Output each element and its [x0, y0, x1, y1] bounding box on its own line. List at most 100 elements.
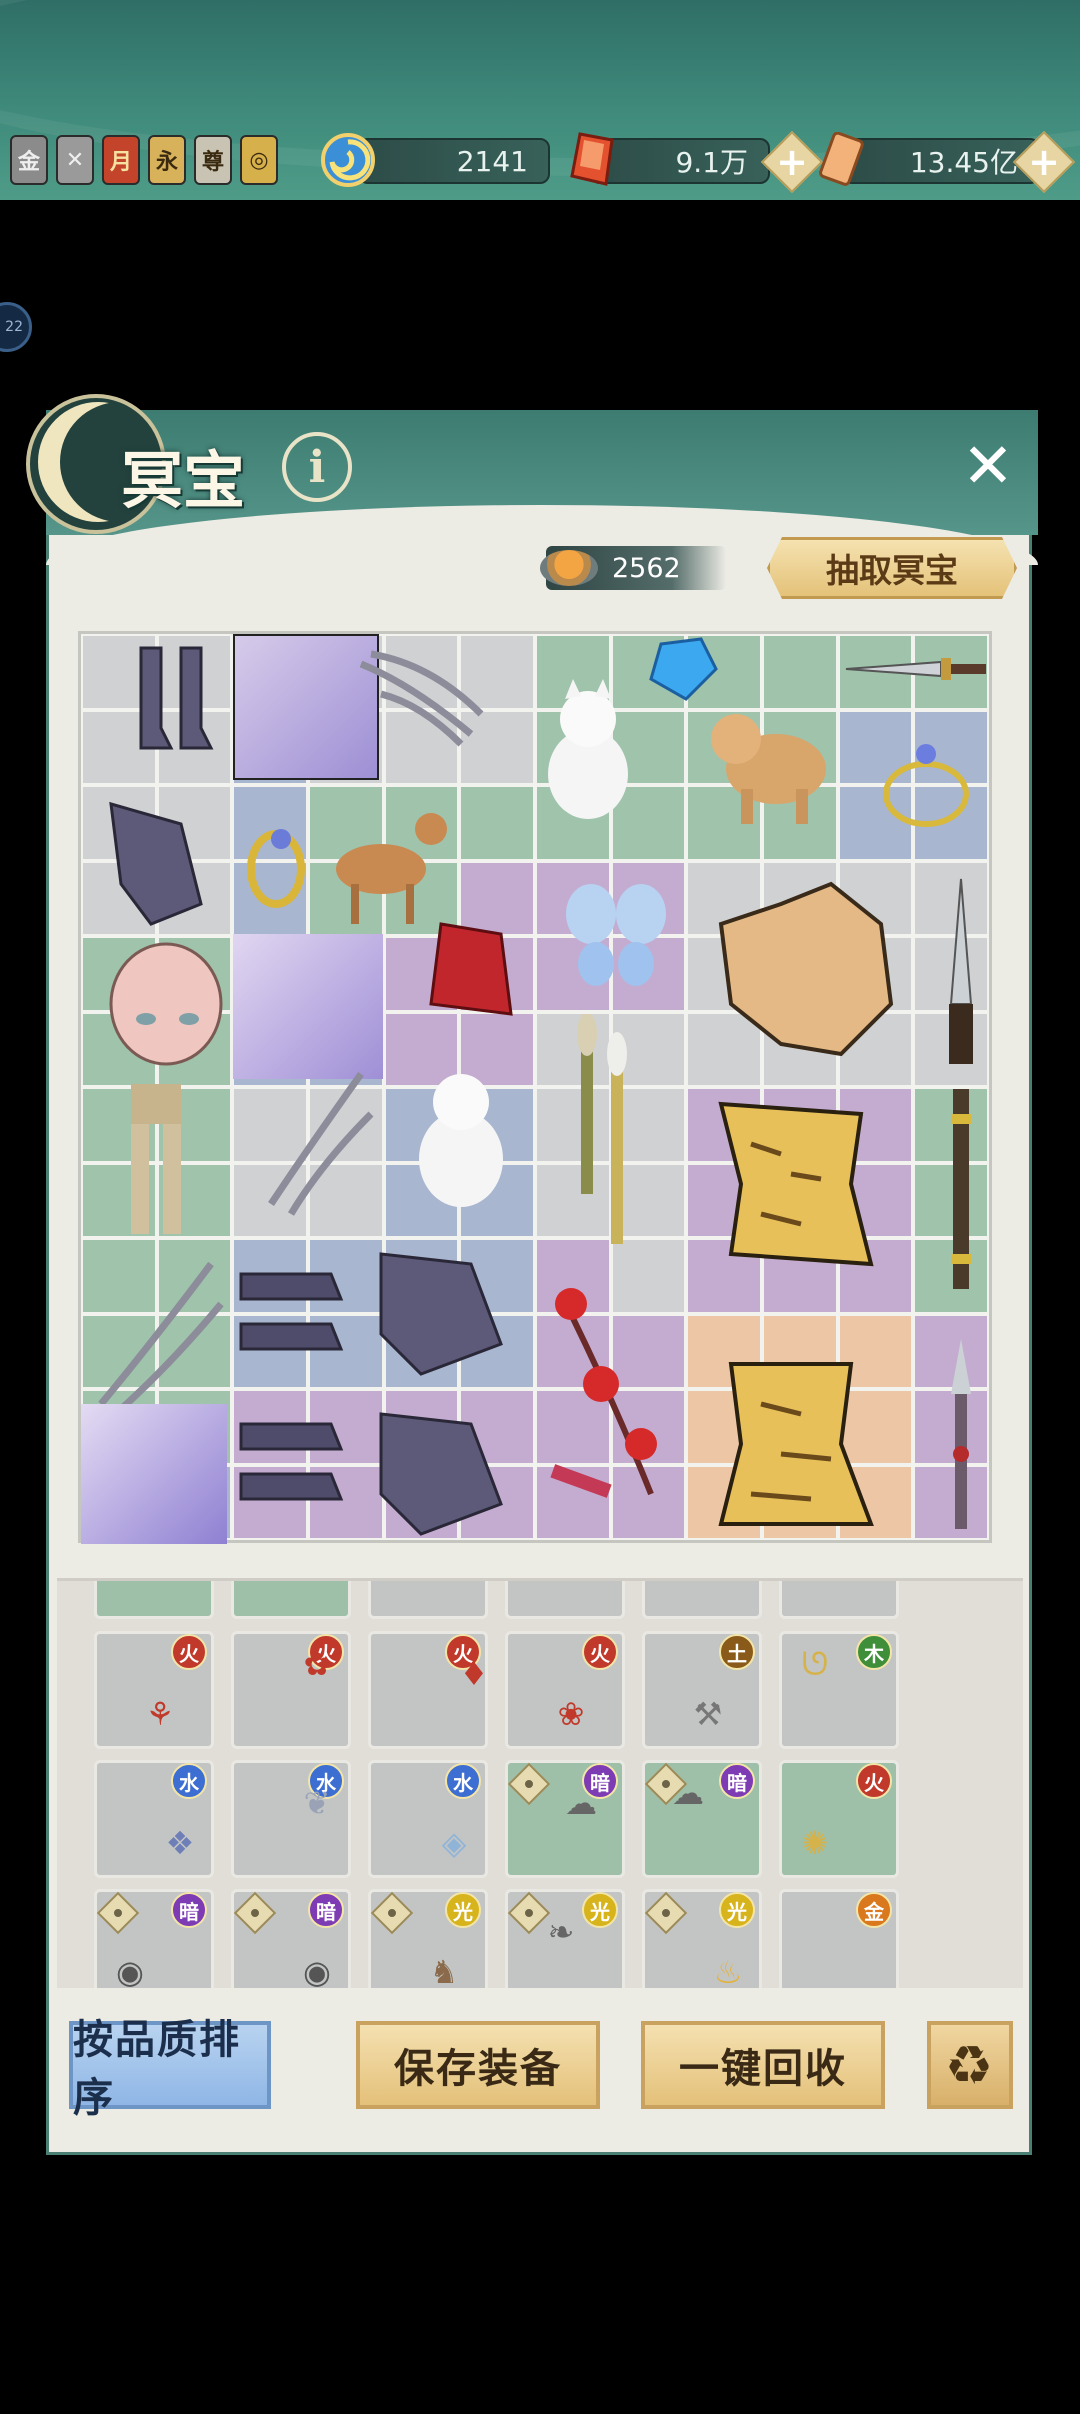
inventory-slot[interactable]: 木 ᘎ [779, 1631, 899, 1749]
butterfly-icon[interactable] [561, 874, 671, 994]
lock-icon[interactable] [96, 1891, 140, 1935]
fire-element-icon: 火 [171, 1634, 207, 1670]
badge-month-icon[interactable]: 月 [102, 135, 140, 185]
lock-icon[interactable] [370, 1891, 414, 1935]
claws-icon[interactable] [91, 1244, 231, 1414]
inventory-slot[interactable]: 暗 ◉ [231, 1889, 351, 1988]
currency-value: 2562 [612, 552, 681, 584]
inventory-slot[interactable]: 水 ❦ [231, 1760, 351, 1878]
light-element-icon: 光 [719, 1892, 755, 1928]
inventory-slot[interactable] [94, 1581, 214, 1619]
draw-mingbao-button[interactable]: 抽取冥宝 [767, 537, 1017, 599]
spear-icon[interactable] [931, 1334, 991, 1534]
info-icon[interactable]: i [282, 432, 352, 502]
panel-title: 冥宝 [121, 444, 246, 517]
gauntlet-icon[interactable] [91, 784, 231, 934]
scroll-ticket-icon [819, 132, 864, 186]
white-cat-icon[interactable] [533, 674, 643, 824]
inventory-slot[interactable]: 暗 ☁ [505, 1760, 625, 1878]
inventory-slot[interactable]: 火 ♦ [368, 1631, 488, 1749]
save-equipment-button[interactable]: 保存装备 [356, 2021, 600, 2109]
resource-swirl: 2141 [358, 138, 550, 184]
lock-icon[interactable] [644, 1891, 688, 1935]
inventory-slot[interactable]: 火 ✺ [779, 1760, 899, 1878]
badge-cross-icon[interactable]: ✕ [56, 135, 94, 185]
inventory-slot[interactable] [779, 1581, 899, 1619]
brushes-icon[interactable] [531, 1014, 671, 1264]
plus-icon: + [1028, 140, 1060, 184]
item-thumbnail-icon: ◉ [116, 1953, 144, 1988]
water-element-icon: 水 [171, 1763, 207, 1799]
inventory-slot[interactable] [368, 1581, 488, 1619]
knife-icon[interactable] [931, 874, 991, 1074]
gauntlet-icon[interactable] [361, 1394, 511, 1544]
inventory-slot[interactable]: 火 ⚘ [94, 1631, 214, 1749]
boots-icon[interactable] [231, 1404, 361, 1524]
item-thumbnail-icon: ❖ [165, 1824, 195, 1862]
boots-icon[interactable] [121, 638, 221, 778]
badge-row: 金 ✕ 月 永 尊 ◎ [10, 135, 278, 185]
inventory-slot[interactable]: 土 ⚒ [642, 1631, 762, 1749]
inventory-slot[interactable]: 暗 ◉ [94, 1889, 214, 1988]
inventory-slot[interactable]: 暗 ☁ [642, 1760, 762, 1878]
ring-icon[interactable] [236, 814, 316, 914]
sort-by-quality-button[interactable]: 按品质排序 [69, 2017, 271, 2121]
tiger-pelt-icon[interactable] [701, 1344, 881, 1544]
claws-icon[interactable] [251, 1054, 381, 1224]
wood-element-icon: 木 [856, 1634, 892, 1670]
incense-bowl-icon [540, 550, 598, 586]
gauntlet-icon[interactable] [361, 1234, 511, 1384]
inventory-slot[interactable]: 水 ❖ [94, 1760, 214, 1878]
badge-eternal-icon[interactable]: 永 [148, 135, 186, 185]
red-cloak-icon[interactable] [401, 914, 531, 1034]
inventory-slot[interactable]: 水 ◈ [368, 1760, 488, 1878]
light-element-icon: 光 [445, 1892, 481, 1928]
fawn-icon[interactable] [311, 784, 461, 934]
inventory-slot[interactable]: 光 ♞ [368, 1889, 488, 1988]
item-thumbnail-icon: ✿ [303, 1645, 331, 1683]
armor-legs-icon[interactable] [101, 1074, 211, 1244]
inventory-slot[interactable] [505, 1581, 625, 1619]
game-screen: 金 ✕ 月 永 尊 ◎ 2141 9.1万 + 13.45亿 + 22 冥宝 i… [0, 0, 1080, 2414]
earth-element-icon: 土 [719, 1634, 755, 1670]
dagger-icon[interactable] [841, 644, 991, 694]
one-click-recycle-button[interactable]: 一键回收 [641, 2021, 885, 2109]
rod-icon[interactable] [941, 1084, 981, 1294]
circlet-icon[interactable] [871, 734, 981, 834]
recycle-icon: ♻ [944, 2033, 996, 2097]
badge-gold-icon[interactable]: 金 [10, 135, 48, 185]
recycle-bin-button[interactable]: ♻ [927, 2021, 1013, 2109]
swirl-icon [321, 133, 375, 187]
badge-coin-icon[interactable]: ◎ [240, 135, 278, 185]
shiba-dog-icon[interactable] [701, 684, 841, 834]
mask-icon[interactable] [101, 934, 231, 1074]
metal-element-icon: 金 [856, 1892, 892, 1928]
lock-icon[interactable] [233, 1891, 277, 1935]
tiger-pelt-icon[interactable] [701, 1084, 881, 1284]
robe-icon[interactable] [81, 1404, 227, 1544]
badge-honor-icon[interactable]: 尊 [194, 135, 232, 185]
inventory-slot[interactable] [231, 1581, 351, 1619]
fur-pelt-icon[interactable] [701, 874, 901, 1074]
item-thumbnail-icon: ❀ [557, 1695, 585, 1733]
boots-icon[interactable] [231, 1254, 361, 1374]
inventory-list[interactable]: 火 ⚘ 火 ✿ 火 ♦ 火 ❀ 土 ⚒ 木 ᘎ 水 ❖ 水 ❦ 水 ◈ 暗 ☁ … [57, 1578, 1023, 1988]
item-thumbnail-icon: ☁ [565, 1784, 597, 1822]
resource-bar: 金 ✕ 月 永 尊 ◎ 2141 9.1万 + 13.45亿 + [0, 0, 1080, 200]
equipment-grid[interactable] [78, 631, 992, 1544]
inventory-slot[interactable] [642, 1581, 762, 1619]
lock-icon[interactable] [507, 1762, 551, 1806]
close-icon[interactable]: ✕ [958, 435, 1018, 497]
inventory-slot[interactable]: 火 ❀ [505, 1631, 625, 1749]
side-float-badge[interactable]: 22 [0, 302, 32, 352]
inventory-slot[interactable]: 光 ♨ [642, 1889, 762, 1988]
add-gem-button[interactable]: + [760, 130, 824, 194]
maple-branch-icon[interactable] [531, 1274, 681, 1524]
inventory-slot[interactable]: 金 [779, 1889, 899, 1988]
inventory-slot[interactable]: 光 ❧ [505, 1889, 625, 1988]
white-cat-icon[interactable] [401, 1054, 521, 1214]
claws-icon[interactable] [351, 644, 491, 764]
fire-element-icon: 火 [582, 1634, 618, 1670]
item-thumbnail-icon: ❦ [303, 1784, 331, 1822]
inventory-slot[interactable]: 火 ✿ [231, 1631, 351, 1749]
